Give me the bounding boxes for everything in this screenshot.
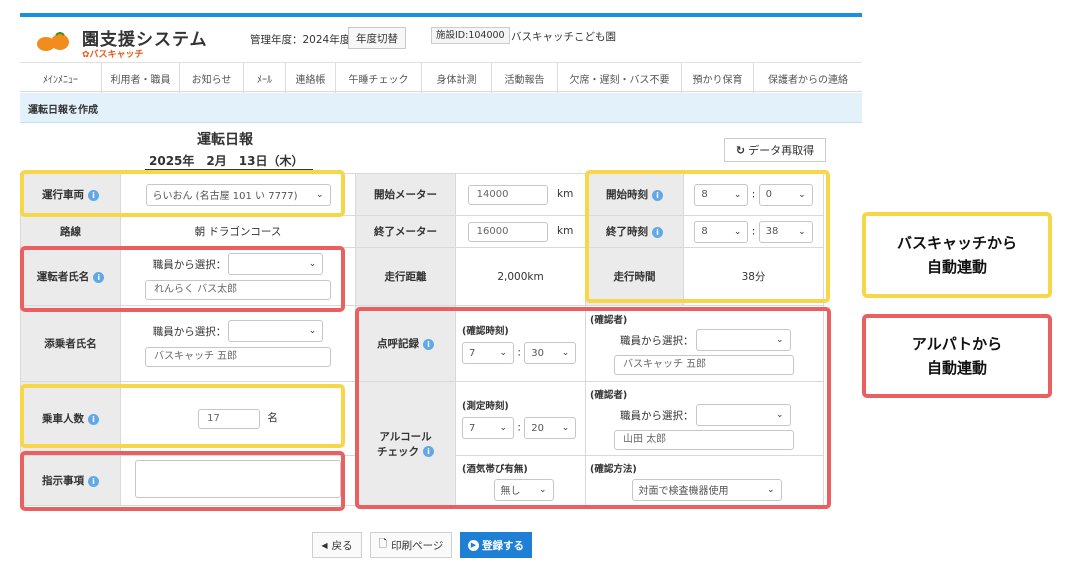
highlight-rollcall-alcohol [355, 307, 831, 509]
distance-label: 走行距離 [355, 247, 456, 306]
distance-value: 2,000km [455, 247, 586, 306]
end-meter-label: 終了メーター [355, 215, 456, 248]
nav-contact-book[interactable]: 連絡帳 [286, 63, 336, 93]
end-meter-input[interactable]: 16000 [467, 221, 548, 242]
nav-body-measure[interactable]: 身体計測 [422, 63, 492, 93]
back-label: 戻る [331, 539, 353, 552]
attendant-name-input[interactable]: バスキャッチ 五郎 [145, 347, 331, 367]
logo-mark-icon [36, 32, 70, 52]
highlight-driver [20, 246, 345, 312]
chevron-down-icon: ⌄ [308, 326, 317, 336]
back-button[interactable]: ◀ 戻る [312, 532, 362, 558]
register-button[interactable]: ▶ 登録する [460, 532, 532, 558]
print-button[interactable]: 🗋 印刷ページ [370, 532, 452, 558]
facility-name: バスキャッチこども園 [511, 31, 616, 43]
nav-absence[interactable]: 欠席・遅刻・バス不要 [558, 63, 682, 93]
nav-extended-care[interactable]: 預かり保育 [682, 63, 754, 93]
callout-alpato: アルパトから 自動連動 [862, 314, 1052, 398]
highlight-times [585, 170, 830, 303]
highlight-instructions [20, 451, 345, 511]
top-accent-bar [20, 13, 862, 17]
attendant-label: 添乗者氏名 [20, 305, 121, 382]
staff-select-label: 職員から選択： [152, 325, 227, 338]
fiscal-year-label: 管理年度：2024年度 [250, 34, 351, 46]
nav-users-staff[interactable]: 利用者・職員 [102, 63, 180, 93]
refresh-icon: ↻ [735, 143, 746, 157]
report-date: 2025年 2月 13日（木） [145, 152, 313, 170]
logo-subtitle: ✿バスキャッチ [82, 50, 144, 60]
highlight-passengers [20, 384, 345, 448]
end-meter-unit: km [557, 224, 574, 237]
print-label: 印刷ページ [391, 539, 444, 552]
document-icon: 🗋 [378, 538, 388, 550]
attendant-staff-select[interactable]: ⌄ [228, 320, 324, 342]
register-label: 登録する [482, 539, 524, 552]
subheader-bar [20, 93, 862, 123]
refetch-button[interactable]: ↻ データ再取得 [724, 138, 826, 162]
main-nav: ﾒｲﾝﾒﾆｭｰ 利用者・職員 お知らせ ﾒｰﾙ 連絡帳 午睡チェック 身体計測 … [20, 62, 862, 93]
report-title: 運転日報 [197, 132, 253, 148]
play-circle-icon: ▶ [468, 539, 479, 551]
nav-nap-check[interactable]: 午睡チェック [336, 63, 422, 93]
nav-mail[interactable]: ﾒｰﾙ [244, 63, 286, 93]
facility-id-badge: 施設ID:104000 [431, 27, 510, 44]
refetch-label: データ再取得 [748, 144, 815, 157]
route-value: 朝 ドラゴンコース [120, 215, 356, 248]
start-meter-unit: km [557, 187, 574, 200]
nav-notices[interactable]: お知らせ [180, 63, 244, 93]
nav-activity-report[interactable]: 活動報告 [492, 63, 558, 93]
nav-main-menu[interactable]: ﾒｲﾝﾒﾆｭｰ [20, 63, 102, 93]
start-meter-input[interactable]: 14000 [467, 184, 548, 205]
highlight-vehicle [20, 170, 345, 217]
end-meter-cell: 16000 km [455, 215, 586, 248]
attendant-cell: 職員から選択： ⌄ バスキャッチ 五郎 [120, 305, 356, 382]
page-title: 運転日報を作成 [28, 105, 98, 116]
nav-parent-contact[interactable]: 保護者からの連絡 [754, 63, 862, 93]
route-label: 路線 [20, 215, 121, 248]
callout-buscatch: バスキャッチから 自動連動 [862, 212, 1052, 298]
start-meter-cell: 14000 km [455, 173, 586, 216]
chevron-left-icon: ◀ [321, 540, 328, 550]
start-meter-label: 開始メーター [355, 173, 456, 216]
year-switch-button[interactable]: 年度切替 [348, 27, 406, 49]
